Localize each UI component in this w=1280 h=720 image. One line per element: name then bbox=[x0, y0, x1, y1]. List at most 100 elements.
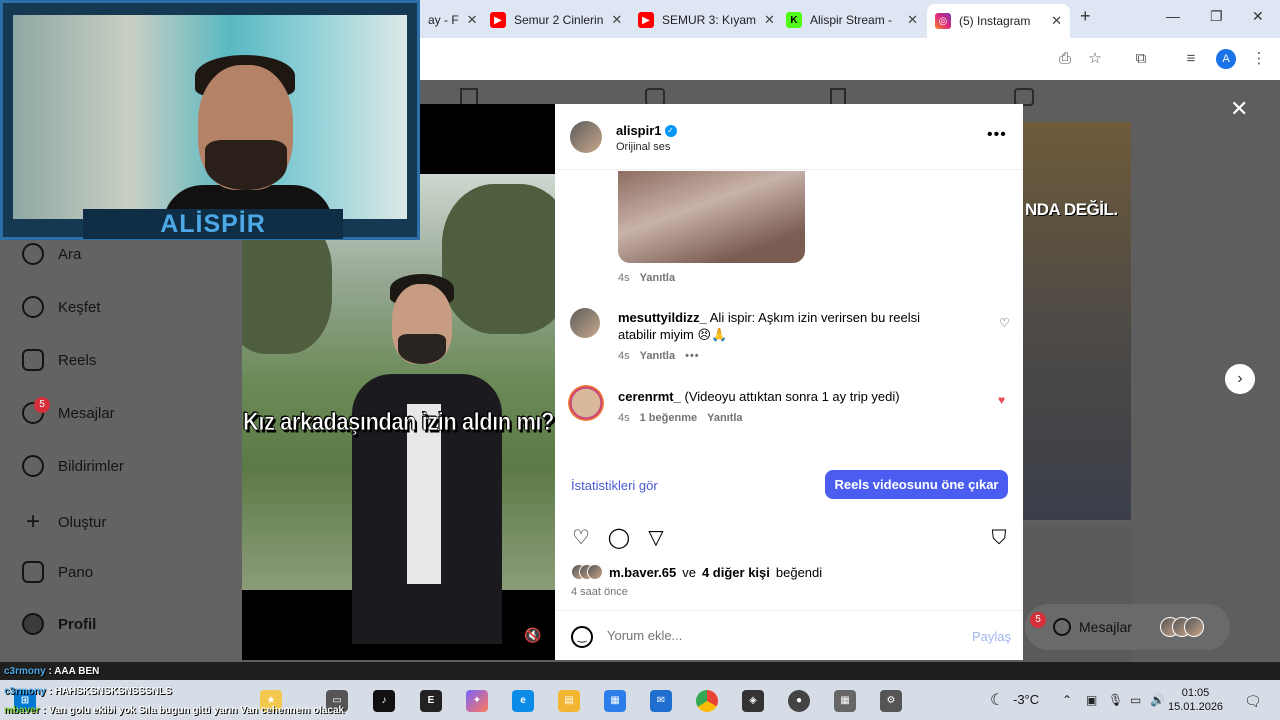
comment-username[interactable]: mesuttyildizz_ bbox=[618, 310, 707, 325]
tab-title: ay - F bbox=[428, 13, 459, 27]
tab[interactable]: ▶ SEMUR 3: Kıyam ✕ bbox=[630, 6, 778, 34]
messages-pill-label: Mesajlar bbox=[1079, 619, 1132, 635]
sidebar-item-profile[interactable]: Profil bbox=[22, 613, 96, 635]
reply-link[interactable]: Yanıtla bbox=[640, 350, 675, 362]
next-reel-caption: NDA DEĞİL. bbox=[1025, 200, 1118, 219]
post-comment-button[interactable]: Paylaş bbox=[972, 629, 1011, 644]
maximize-icon[interactable]: ❐ bbox=[1210, 8, 1223, 25]
tray-clock[interactable]: 01:05 15.01.2026 bbox=[1168, 686, 1223, 714]
comment-bubble-icon[interactable]: ◯ bbox=[607, 526, 631, 550]
microphone-icon[interactable]: 🎙 bbox=[1108, 693, 1123, 707]
chevron-up-icon[interactable]: ⌃ bbox=[1062, 693, 1072, 707]
tab-instagram-active[interactable]: ◎ (5) Instagram ✕ bbox=[927, 4, 1070, 38]
tray-app-icon[interactable]: ▣ bbox=[1086, 693, 1097, 707]
save-bookmark-icon[interactable]: ⛉ bbox=[987, 526, 1011, 550]
webcam-feed bbox=[13, 15, 407, 219]
other-likers-link[interactable]: 4 diğer kişi bbox=[702, 565, 770, 580]
author-username[interactable]: alispir1 bbox=[616, 123, 662, 138]
chevron-right-icon[interactable]: › bbox=[1225, 364, 1255, 394]
youtube-icon: ▶ bbox=[638, 12, 654, 28]
sidebar-item-notifications[interactable]: Bildirimler bbox=[22, 455, 124, 477]
new-tab-button[interactable]: + bbox=[1080, 6, 1091, 27]
notifications-icon[interactable]: 🗨 bbox=[1244, 693, 1262, 710]
close-tab-icon[interactable]: ✕ bbox=[764, 12, 775, 28]
avatar bbox=[22, 613, 44, 635]
like-comment-heart-icon[interactable]: ♡ bbox=[999, 316, 1010, 330]
chat-nick: c3rmony bbox=[4, 666, 46, 677]
boost-reel-button[interactable]: Reels videosunu öne çıkar bbox=[825, 470, 1008, 499]
view-insights-link[interactable]: İstatistikleri gör bbox=[571, 478, 658, 493]
more-options-icon[interactable]: ••• bbox=[987, 126, 1007, 144]
davinci-icon[interactable]: ◈ bbox=[742, 690, 764, 712]
sidebar-item-reels[interactable]: Reels bbox=[22, 349, 96, 371]
tab-title: Alispir Stream - bbox=[810, 13, 893, 27]
liked-comment-heart-icon[interactable]: ♥ bbox=[998, 393, 1005, 407]
liker-avatars bbox=[571, 564, 603, 580]
next-reel-preview[interactable] bbox=[1023, 122, 1131, 520]
install-app-icon[interactable]: ⎙ bbox=[1056, 50, 1074, 68]
network-icon[interactable]: ▭ bbox=[1130, 693, 1141, 707]
calculator-icon[interactable]: ▦ bbox=[834, 690, 856, 712]
sidebar-item-search[interactable]: Ara bbox=[22, 243, 81, 265]
chat-text: Van golu ekibi yok Sıla bugun gitti yarı… bbox=[48, 705, 345, 716]
tab[interactable]: ay - F ✕ bbox=[420, 6, 482, 34]
author-avatar[interactable] bbox=[570, 121, 602, 153]
sidebar-item-explore[interactable]: Keşfet bbox=[22, 296, 101, 318]
comment-input[interactable] bbox=[607, 628, 947, 643]
commenter-avatar-story-ring[interactable] bbox=[568, 385, 604, 421]
sidebar-item-create[interactable]: + Oluştur bbox=[22, 508, 106, 536]
store-icon[interactable]: ▦ bbox=[604, 690, 626, 712]
streamer-beard bbox=[205, 140, 287, 190]
messages-pill[interactable]: Mesajlar bbox=[1025, 604, 1230, 650]
plus-icon: + bbox=[25, 508, 40, 535]
volume-icon[interactable]: 🔊 bbox=[1150, 693, 1165, 707]
menu-dots-icon[interactable]: ⋮ bbox=[1250, 50, 1268, 68]
tab[interactable]: K Alispir Stream - ✕ bbox=[778, 6, 926, 34]
close-tab-icon[interactable]: ✕ bbox=[467, 12, 478, 28]
reply-link[interactable]: Yanıtla bbox=[640, 272, 675, 284]
sidebar-item-dashboard[interactable]: Pano bbox=[22, 561, 93, 583]
sidebar-item-label: Bildirimler bbox=[58, 457, 124, 475]
comment-likes[interactable]: 1 beğenme bbox=[640, 412, 697, 424]
mute-icon[interactable]: 🔇 bbox=[523, 627, 543, 647]
epic-games-icon[interactable]: E bbox=[420, 690, 442, 712]
close-tab-icon[interactable]: ✕ bbox=[1051, 13, 1062, 29]
minimize-icon[interactable]: — bbox=[1166, 8, 1180, 24]
media-control-icon[interactable]: ≡ bbox=[1182, 50, 1200, 68]
weather-temperature[interactable]: -3°C bbox=[1013, 692, 1039, 707]
chat-message: c3rmony : AAA BEN bbox=[4, 666, 100, 677]
obs-icon[interactable]: ● bbox=[788, 690, 810, 712]
comment-more-icon[interactable]: ••• bbox=[685, 350, 700, 362]
commenter-avatar[interactable] bbox=[570, 308, 600, 338]
reply-link[interactable]: Yanıtla bbox=[707, 412, 742, 424]
comment-meta: 4s 1 beğenme Yanıtla bbox=[618, 412, 743, 424]
close-tab-icon[interactable]: ✕ bbox=[611, 12, 622, 28]
settings-gear-icon[interactable]: ⚙ bbox=[880, 690, 902, 712]
audio-label[interactable]: Orijinal ses bbox=[616, 141, 670, 153]
comment-username[interactable]: cerenrmt_ bbox=[618, 389, 681, 404]
close-window-icon[interactable]: ✕ bbox=[1252, 8, 1264, 25]
file-explorer-icon[interactable]: ▤ bbox=[558, 690, 580, 712]
avatar bbox=[1183, 617, 1204, 637]
extensions-icon[interactable]: ⧉ bbox=[1132, 50, 1150, 68]
bookmark-star-icon[interactable]: ☆ bbox=[1086, 50, 1104, 68]
emoji-picker-icon[interactable]: ‿ bbox=[571, 626, 593, 648]
close-icon[interactable]: ✕ bbox=[1230, 96, 1248, 122]
liker-username[interactable]: m.baver.65 bbox=[609, 565, 676, 580]
like-heart-icon[interactable]: ♡ bbox=[569, 526, 593, 550]
messages-pill-badge: 5 bbox=[1030, 612, 1046, 628]
tree-foliage bbox=[442, 184, 555, 334]
tab[interactable]: ▶ Semur 2 Cinlerin ✕ bbox=[482, 6, 630, 34]
profile-avatar[interactable]: A bbox=[1216, 49, 1236, 69]
weather-icon[interactable]: ☾ bbox=[990, 690, 1004, 710]
outlook-icon[interactable]: ✉ bbox=[650, 690, 672, 712]
chrome-icon[interactable] bbox=[696, 690, 718, 712]
gif-comment-meta: 4s Yanıtla bbox=[618, 272, 675, 284]
edge-icon[interactable]: e bbox=[512, 690, 534, 712]
clock-time: 01:05 bbox=[1181, 687, 1210, 699]
tiktok-icon[interactable]: ♪ bbox=[373, 690, 395, 712]
copilot-icon[interactable]: ✦ bbox=[466, 690, 488, 712]
post-timestamp: 4 saat önce bbox=[571, 586, 628, 598]
close-tab-icon[interactable]: ✕ bbox=[907, 12, 918, 28]
share-send-icon[interactable]: ▽ bbox=[644, 526, 668, 550]
